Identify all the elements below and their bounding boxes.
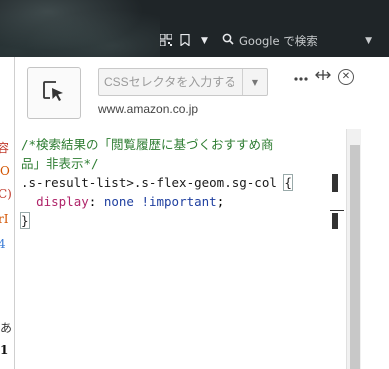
minimap-mark xyxy=(332,174,338,192)
qr-code-icon[interactable] xyxy=(159,33,173,50)
chevron-down-icon[interactable]: ▼ xyxy=(201,34,208,48)
more-options-icon[interactable] xyxy=(294,69,308,85)
open-brace-token: { xyxy=(283,174,293,191)
css-property-token: display xyxy=(36,194,89,209)
background-texture xyxy=(0,0,160,57)
search-box[interactable]: Google で検索 ▼ xyxy=(222,31,382,51)
page-fragment: あ xyxy=(0,321,13,335)
page-fragment: 4 xyxy=(0,237,6,251)
element-picker-icon xyxy=(42,80,66,106)
underlying-page: 容 O C) rI 4 あ 1 xyxy=(0,57,15,369)
code-close-line: } xyxy=(20,211,339,230)
page-fragment: C) xyxy=(0,187,12,201)
page-fragment: 容 xyxy=(0,139,9,156)
chevron-down-icon[interactable]: ▼ xyxy=(242,69,267,95)
browser-toolbar: ▼ Google で検索 ▼ xyxy=(0,0,389,57)
page-fragment: 1 xyxy=(0,343,9,357)
code-comment-line: 品」非表示*/ xyxy=(21,156,99,171)
current-domain: www.amazon.co.jp xyxy=(98,102,199,116)
colon-token: : xyxy=(88,194,104,209)
resize-arrows-icon[interactable] xyxy=(315,69,331,85)
chevron-down-icon[interactable]: ▼ xyxy=(365,31,372,51)
indent-token xyxy=(21,194,36,209)
code-declaration-line: display: none !important; xyxy=(21,192,339,211)
css-selector-combobox[interactable]: ▼ xyxy=(98,68,268,96)
code-comment-line: /*検索結果の「閲覧履歴に基づくおすすめ商 xyxy=(21,137,274,152)
editor-scrollbar-thumb[interactable] xyxy=(350,145,360,369)
bookmark-icon[interactable] xyxy=(180,33,190,50)
css-selector-token: .s-result-list>.s-flex-geom.sg-col xyxy=(21,175,285,190)
semicolon-token: ; xyxy=(216,194,225,209)
css-selector-input[interactable] xyxy=(99,69,239,95)
search-icon xyxy=(222,31,235,51)
important-token: !important xyxy=(141,194,217,209)
css-code-editor[interactable]: /*検索結果の「閲覧履歴に基づくおすすめ商 品」非表示*/ .s-result-… xyxy=(15,129,345,369)
page-fragment: O xyxy=(0,164,10,178)
close-icon[interactable]: ✕ xyxy=(338,69,354,85)
page-fragment: rI xyxy=(0,212,9,226)
search-placeholder: Google で検索 xyxy=(239,34,318,48)
code-selector-line: .s-result-list>.s-flex-geom.sg-col { xyxy=(21,173,339,192)
minimap-mark xyxy=(330,210,344,211)
css-block-panel: ▼ www.amazon.co.jp ✕ /*検索結果の「閲覧履歴に基づくおすす… xyxy=(14,57,389,369)
editor-minimap[interactable] xyxy=(330,129,346,369)
element-picker-button[interactable] xyxy=(27,67,81,119)
minimap-mark xyxy=(332,213,338,229)
close-brace-token: } xyxy=(20,212,30,229)
css-value-token: none xyxy=(103,194,134,209)
